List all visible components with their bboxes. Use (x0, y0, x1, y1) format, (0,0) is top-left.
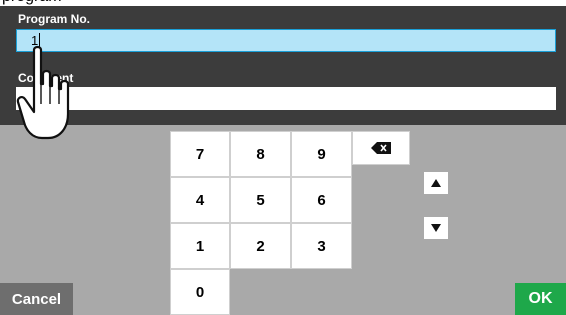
key-7[interactable]: 7 (170, 131, 230, 177)
key-6[interactable]: 6 (291, 177, 352, 223)
backspace-button[interactable] (352, 131, 410, 165)
ok-button[interactable]: OK (515, 283, 566, 315)
key-1[interactable]: 1 (170, 223, 230, 269)
comment-input[interactable] (16, 87, 556, 110)
comment-label: Comment (18, 71, 74, 85)
program-number-label: Program No. (18, 12, 91, 26)
backspace-icon (371, 142, 391, 154)
key-0[interactable]: 0 (170, 269, 230, 315)
key-2[interactable]: 2 (230, 223, 291, 269)
arrow-up-button[interactable] (424, 172, 448, 194)
program-number-value: 1 (31, 33, 39, 48)
key-9[interactable]: 9 (291, 131, 352, 177)
key-8[interactable]: 8 (230, 131, 291, 177)
key-3[interactable]: 3 (291, 223, 352, 269)
text-caret (39, 33, 41, 47)
cancel-button[interactable]: Cancel (0, 283, 73, 315)
arrow-up-icon (431, 179, 441, 187)
arrow-down-icon (431, 224, 441, 232)
key-5[interactable]: 5 (230, 177, 291, 223)
key-4[interactable]: 4 (170, 177, 230, 223)
arrow-down-button[interactable] (424, 217, 448, 239)
program-number-input[interactable]: 1 (16, 29, 556, 52)
